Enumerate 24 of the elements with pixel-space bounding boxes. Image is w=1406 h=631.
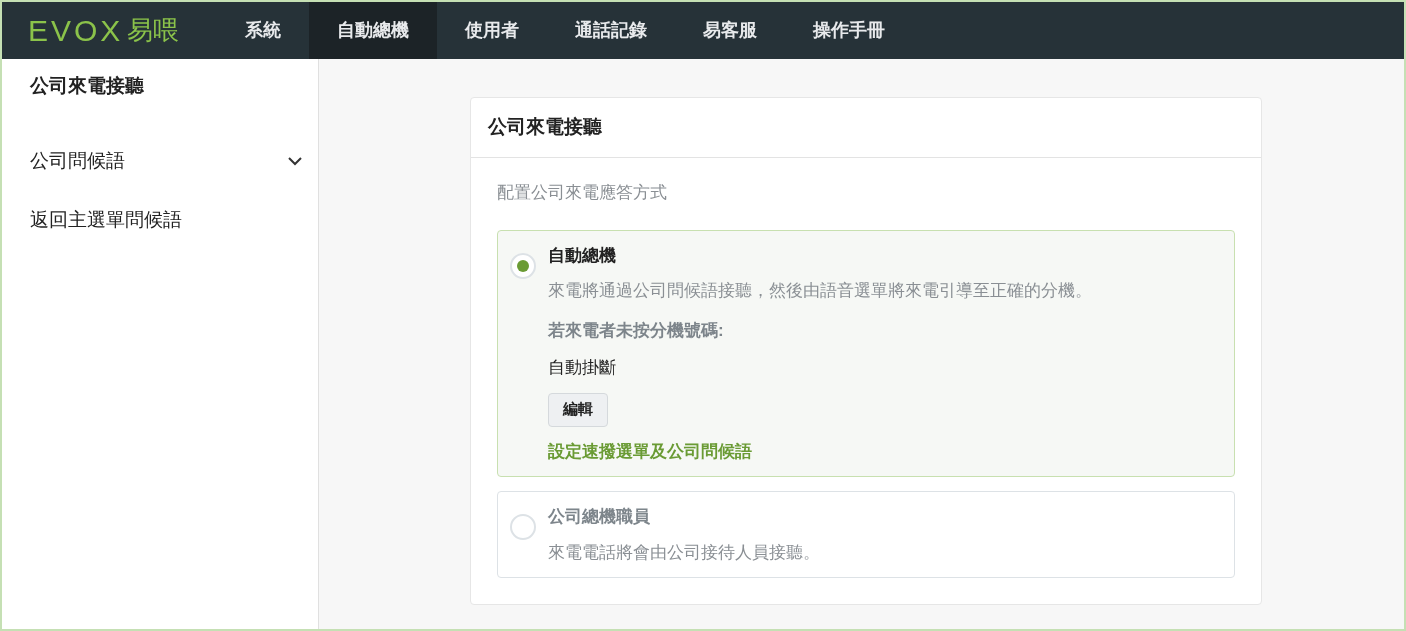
card-title: 公司來電接聽 bbox=[488, 115, 602, 140]
radio-button[interactable] bbox=[510, 514, 536, 540]
card-description: 配置公司來電應答方式 bbox=[497, 182, 668, 204]
radio-button[interactable] bbox=[510, 252, 536, 279]
answer-option[interactable]: 公司總機職員 來電電話將會由公司接待人員接聽。 bbox=[497, 491, 1235, 578]
nav-tab[interactable]: 通話記錄 bbox=[547, 2, 676, 59]
fallback-label: 若來電者未按分機號碼: bbox=[548, 319, 725, 342]
sidebar-item[interactable]: 返回主選單問候語 bbox=[2, 191, 318, 250]
option-title: 公司總機職員 bbox=[548, 506, 651, 528]
option-description: 來電將通過公司問候語接聽，然後由語音選單將來電引導至正確的分機。 bbox=[548, 280, 1092, 302]
option-description: 來電電話將會由公司接待人員接聽。 bbox=[548, 541, 820, 564]
nav-tab[interactable]: 使用者 bbox=[437, 2, 548, 59]
nav-tab[interactable]: 系統 bbox=[217, 2, 310, 59]
sidebar-item[interactable]: 公司問候語 bbox=[2, 132, 318, 191]
sidebar-item[interactable]: 公司來電接聽 bbox=[2, 73, 318, 132]
answer-option[interactable]: 自動總機 來電將通過公司問候語接聽，然後由語音選單將來電引導至正確的分機。 若來電者未按分機號碼: 自動掛斷 編輯 設定速撥選單及公司問候語 bbox=[497, 229, 1235, 477]
nav-tab[interactable]: 易客服 bbox=[675, 2, 786, 59]
nav-tab[interactable]: 操作手冊 bbox=[785, 2, 914, 59]
edit-button[interactable]: 編輯 bbox=[548, 392, 608, 427]
option-title: 自動總機 bbox=[548, 244, 617, 267]
fallback-value: 自動掛斷 bbox=[548, 357, 617, 379]
evox-logo[interactable]: EVOX 易喂 bbox=[2, 2, 218, 59]
nav-tab[interactable]: 自動總機 bbox=[309, 2, 438, 59]
chevron-down-icon bbox=[288, 157, 302, 166]
